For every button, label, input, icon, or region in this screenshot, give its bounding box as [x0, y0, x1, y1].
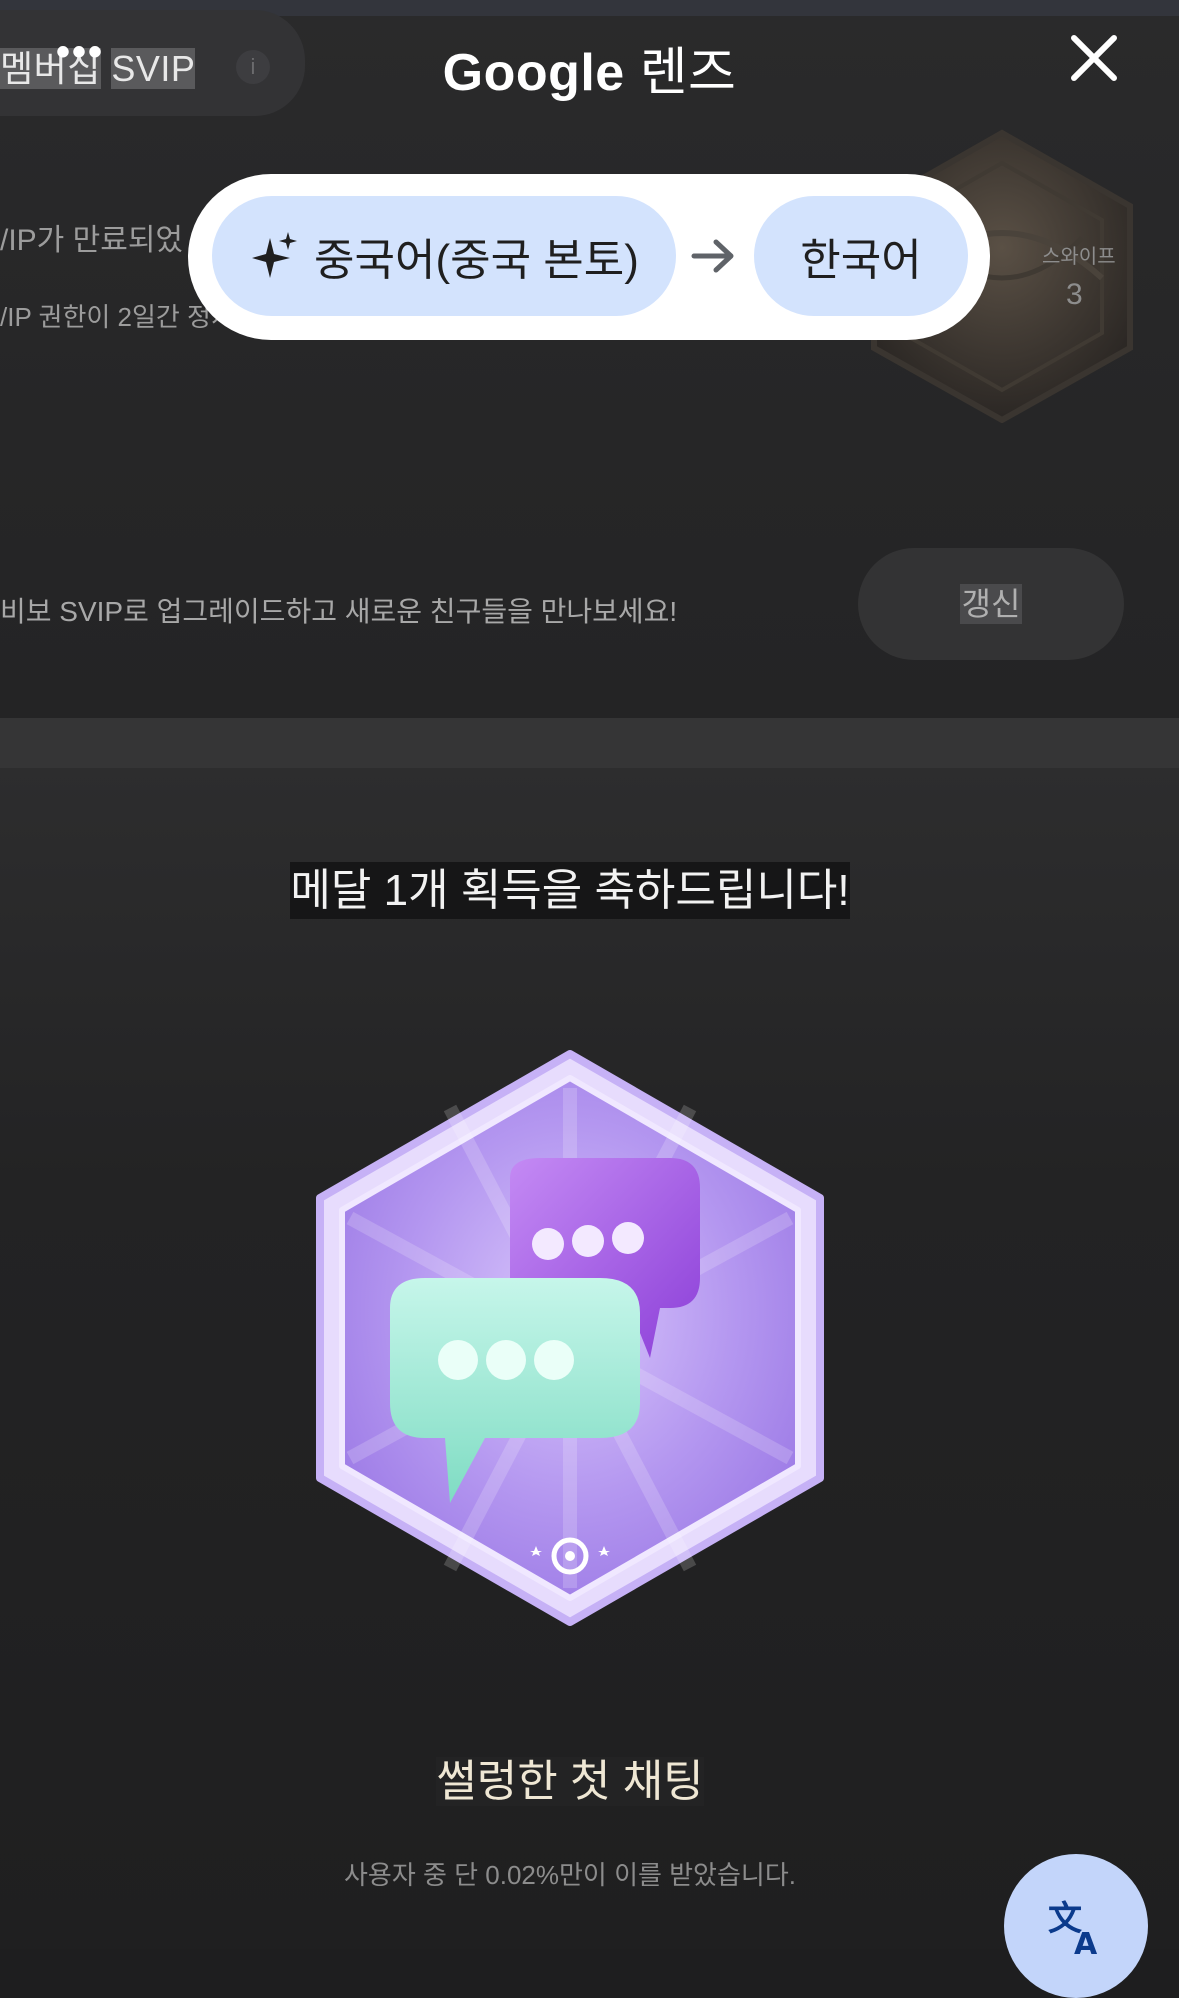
translate-fab-button[interactable]: 文 A: [1004, 1854, 1148, 1998]
target-language-label: 한국어: [800, 236, 922, 285]
congrats-text: 메달 1개 획득을 축하드립니다!: [290, 862, 850, 919]
renew-button[interactable]: 갱신: [858, 548, 1124, 660]
membership-rights-text: /IP 권한이 2일간 정지: [0, 302, 235, 332]
badge-name: 썰렁한 첫 채팅: [0, 1745, 1140, 1809]
translate-icon: 文 A: [1048, 1899, 1098, 1956]
close-icon[interactable]: [1066, 30, 1122, 86]
source-language-button[interactable]: 중국어(중국 본토): [212, 196, 676, 316]
lens-title: Google 렌즈: [0, 30, 1179, 105]
google-logo-text: Google: [442, 44, 625, 102]
sparkle-icon: [252, 232, 297, 278]
source-language-label: 중국어(중국 본토): [314, 236, 639, 285]
badge-name-text: 썰렁한 첫 채팅: [436, 1757, 704, 1806]
upgrade-prompt-text: 비보 SVIP로 업그레이드하고 새로운 친구들을 만나보세요!: [0, 596, 678, 627]
congrats-heading: 메달 1개 획득을 축하드립니다!: [0, 854, 1140, 919]
lens-product-label: 렌즈: [639, 44, 737, 102]
badge-rarity-text: 사용자 중 단 0.02%만이 이를 받았습니다.: [344, 1860, 796, 1890]
section-divider: [0, 718, 1179, 768]
svg-text:A: A: [1074, 1927, 1098, 1956]
swipe-count: 3: [1066, 278, 1083, 311]
swipe-label: 스와이프: [1042, 246, 1116, 268]
renew-button-label: 갱신: [959, 584, 1023, 624]
arrow-right-icon: [691, 239, 734, 273]
chat-medal-badge: [316, 1050, 824, 1626]
membership-expired-text: /IP가 만료되었: [0, 224, 184, 257]
target-language-button[interactable]: 한국어: [754, 196, 968, 316]
